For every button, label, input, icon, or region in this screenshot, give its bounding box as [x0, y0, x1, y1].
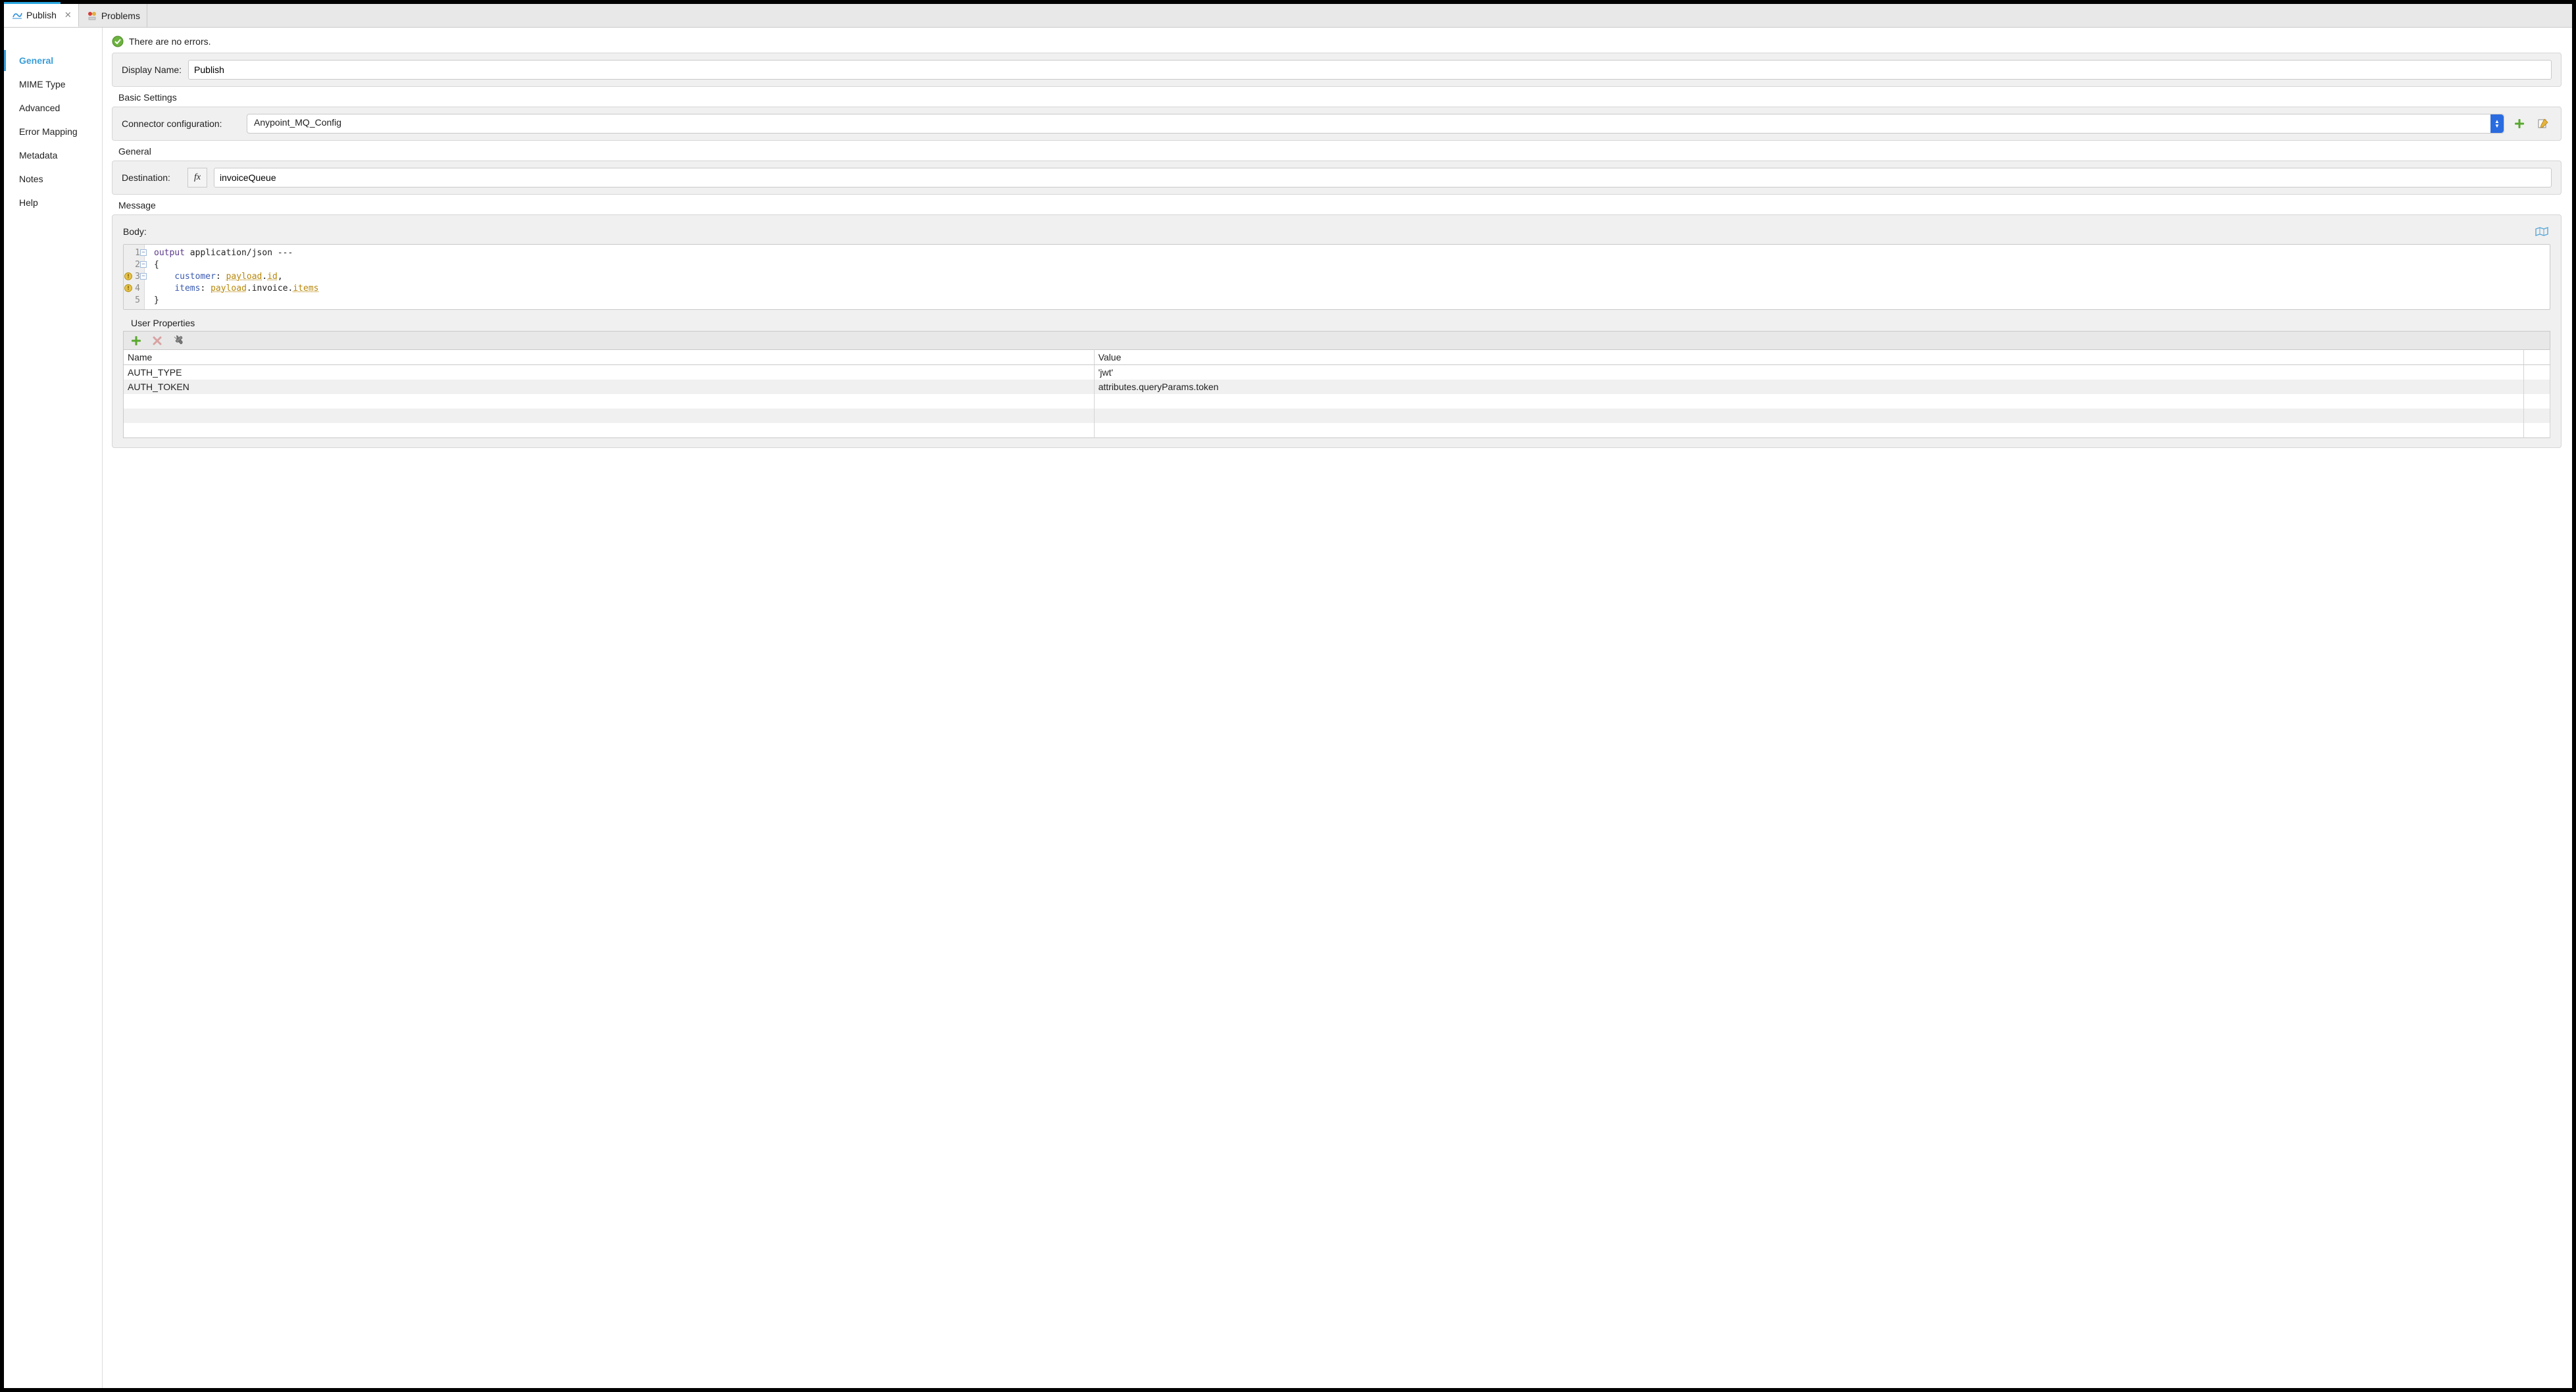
status-row: There are no errors.	[112, 34, 2562, 53]
sidebar-item-label: General	[19, 55, 53, 66]
cell-name[interactable]	[124, 423, 1095, 438]
connector-config-value: Anypoint_MQ_Config	[254, 117, 341, 128]
general-section-panel: Destination: fx	[112, 161, 2562, 195]
user-properties-table: Name Value AUTH_TYPE'jwt'AUTH_TOKENattri…	[123, 349, 2550, 438]
cell-name[interactable]: AUTH_TOKEN	[124, 380, 1095, 394]
connector-config-select[interactable]: Anypoint_MQ_Config	[247, 114, 2504, 134]
column-name[interactable]: Name	[124, 350, 1095, 365]
gutter-line: 4	[125, 283, 140, 295]
problems-icon	[87, 11, 97, 21]
sidebar-item-help[interactable]: Help	[4, 192, 102, 213]
user-properties-toolbar	[123, 331, 2550, 349]
close-icon[interactable]: ✕	[64, 10, 72, 20]
warning-icon	[124, 272, 133, 281]
main-panel: There are no errors. Display Name: Basic…	[103, 28, 2572, 1388]
cell-name[interactable]: AUTH_TYPE	[124, 365, 1095, 380]
sidebar-item-general[interactable]: General	[4, 50, 102, 71]
sidebar: General MIME Type Advanced Error Mapping…	[4, 28, 103, 1388]
map-icon[interactable]	[2533, 223, 2550, 240]
tab-problems-label: Problems	[101, 11, 140, 21]
cell-value[interactable]	[1094, 423, 2523, 438]
sidebar-item-label: Advanced	[19, 103, 60, 113]
add-property-button[interactable]	[128, 332, 145, 349]
cell-name[interactable]	[124, 409, 1095, 423]
sidebar-item-error-mapping[interactable]: Error Mapping	[4, 121, 102, 142]
cell-extra	[2524, 409, 2550, 423]
add-config-button[interactable]	[2511, 115, 2528, 132]
gutter-line: 3−	[125, 271, 140, 283]
table-row[interactable]	[124, 423, 2550, 438]
check-icon	[112, 36, 124, 47]
general-section-title: General	[118, 146, 2559, 157]
message-panel: Body: 1−2−3−45 output application/json -…	[112, 214, 2562, 448]
column-value[interactable]: Value	[1094, 350, 2523, 365]
cell-value[interactable]: 'jwt'	[1094, 365, 2523, 380]
tab-problems[interactable]: Problems	[79, 4, 147, 27]
cell-name[interactable]	[124, 394, 1095, 409]
cell-extra	[2524, 365, 2550, 380]
destination-input[interactable]	[214, 168, 2552, 187]
code-line[interactable]: customer: payload.id,	[154, 271, 2544, 283]
sidebar-item-label: Notes	[19, 174, 43, 184]
basic-settings-title: Basic Settings	[118, 92, 2559, 103]
gutter-line: 2−	[125, 259, 140, 271]
status-text: There are no errors.	[129, 36, 211, 47]
gutter-line: 5	[125, 295, 140, 307]
fold-icon[interactable]: −	[140, 261, 147, 268]
sidebar-item-label: Metadata	[19, 150, 57, 161]
code-line[interactable]: items: payload.invoice.items	[154, 283, 2544, 295]
sidebar-item-label: Error Mapping	[19, 126, 78, 137]
sidebar-item-label: MIME Type	[19, 79, 66, 89]
delete-property-button[interactable]	[149, 332, 166, 349]
sidebar-item-advanced[interactable]: Advanced	[4, 97, 102, 118]
warning-icon	[124, 284, 133, 293]
fold-icon[interactable]: −	[140, 273, 147, 280]
table-row[interactable]: AUTH_TOKENattributes.queryParams.token	[124, 380, 2550, 394]
table-row[interactable]	[124, 409, 2550, 423]
code-line[interactable]: }	[154, 295, 2544, 307]
table-row[interactable]: AUTH_TYPE'jwt'	[124, 365, 2550, 380]
tab-publish[interactable]: Publish ✕	[4, 4, 79, 27]
code-line[interactable]: {	[154, 259, 2544, 271]
table-header-row: Name Value	[124, 350, 2550, 365]
cell-value[interactable]	[1094, 394, 2523, 409]
fx-button[interactable]: fx	[187, 168, 207, 187]
cell-value[interactable]: attributes.queryParams.token	[1094, 380, 2523, 394]
cell-extra	[2524, 394, 2550, 409]
cell-extra	[2524, 423, 2550, 438]
display-name-input[interactable]	[188, 60, 2552, 80]
cell-value[interactable]	[1094, 409, 2523, 423]
display-name-panel: Display Name:	[112, 53, 2562, 87]
message-section-title: Message	[118, 200, 2559, 211]
body-label: Body:	[123, 226, 147, 237]
basic-settings-panel: Connector configuration: Anypoint_MQ_Con…	[112, 107, 2562, 141]
fold-icon[interactable]: −	[140, 249, 147, 256]
sidebar-item-metadata[interactable]: Metadata	[4, 145, 102, 166]
body-code-editor[interactable]: 1−2−3−45 output application/json ---{ cu…	[123, 244, 2550, 310]
gutter-line: 1−	[125, 247, 140, 259]
display-name-label: Display Name:	[122, 64, 182, 75]
cell-extra	[2524, 380, 2550, 394]
sidebar-item-mime-type[interactable]: MIME Type	[4, 74, 102, 95]
code-line[interactable]: output application/json ---	[154, 247, 2544, 259]
code-body[interactable]: output application/json ---{ customer: p…	[145, 245, 2550, 309]
destination-label: Destination:	[122, 172, 181, 183]
column-extra	[2524, 350, 2550, 365]
tools-button[interactable]	[170, 332, 187, 349]
tab-publish-label: Publish	[26, 10, 57, 20]
user-properties-title: User Properties	[131, 318, 2550, 328]
table-row[interactable]	[124, 394, 2550, 409]
publish-icon	[12, 10, 22, 20]
sidebar-item-notes[interactable]: Notes	[4, 168, 102, 189]
connector-config-label: Connector configuration:	[122, 118, 240, 129]
sidebar-item-label: Help	[19, 197, 38, 208]
edit-config-button[interactable]	[2535, 115, 2552, 132]
tab-bar: Publish ✕ Problems	[4, 4, 2572, 28]
code-gutter: 1−2−3−45	[124, 245, 145, 309]
